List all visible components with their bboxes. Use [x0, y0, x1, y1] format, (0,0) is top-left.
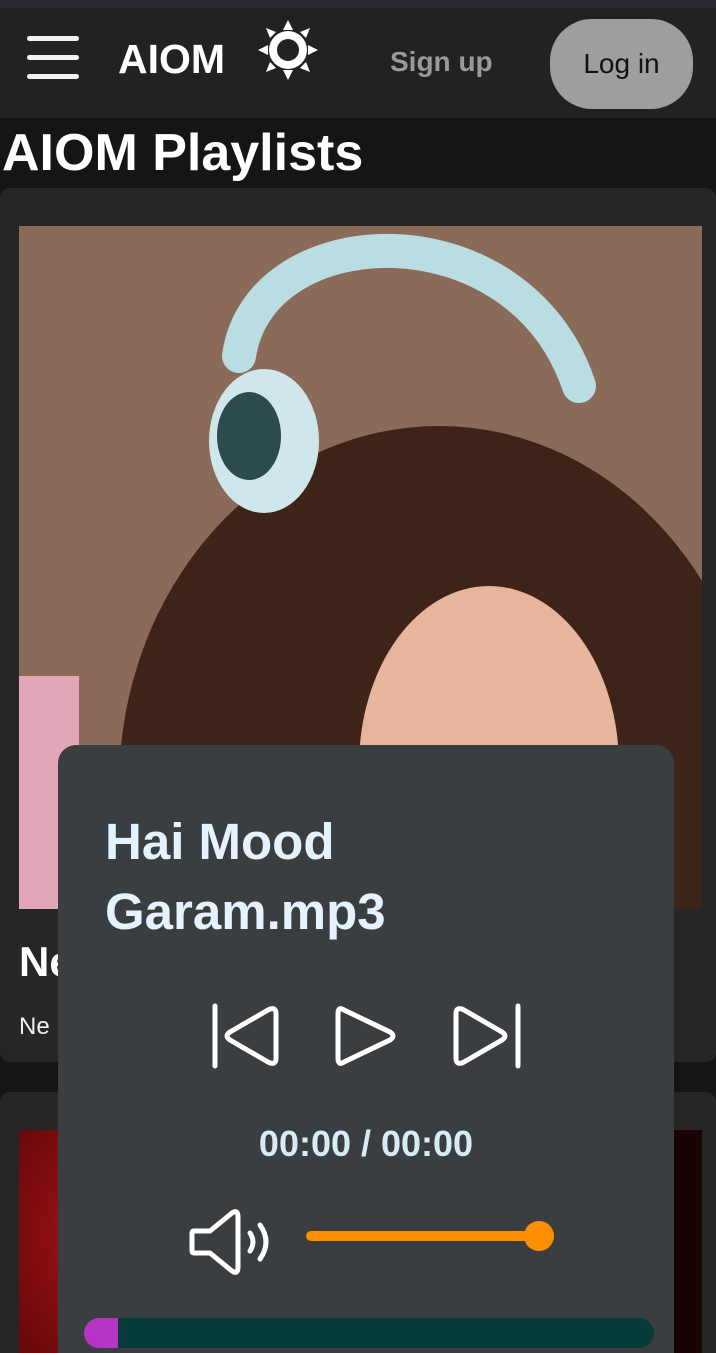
sign-up-link[interactable]: Sign up — [390, 46, 493, 78]
menu-icon[interactable] — [24, 30, 84, 86]
time-display: 00:00 / 00:00 — [258, 1123, 474, 1164]
top-edge — [0, 0, 716, 8]
music-player: Hai Mood Garam.mp3 00:00 / 00:00 — [58, 745, 674, 1353]
volume-slider[interactable] — [306, 1221, 554, 1251]
progress-bar-fill — [84, 1318, 119, 1348]
brand-logo[interactable]: AIOM — [118, 36, 225, 83]
progress-bar[interactable] — [84, 1318, 654, 1348]
volume-slider-thumb[interactable] — [523, 1221, 554, 1251]
skip-forward-icon[interactable] — [448, 1000, 526, 1072]
volume-icon[interactable] — [188, 1207, 278, 1277]
log-in-button[interactable]: Log in — [550, 19, 693, 109]
navbar: AIOM Sign up Log in — [0, 8, 716, 118]
playlist-subtitle: Ne — [19, 1013, 50, 1040]
skip-back-icon[interactable] — [206, 1000, 284, 1072]
sun-icon[interactable] — [256, 18, 320, 82]
page-title: AIOM Playlists — [2, 124, 364, 182]
play-icon[interactable] — [328, 1000, 406, 1072]
song-title: Hai Mood Garam.mp3 — [105, 813, 386, 940]
